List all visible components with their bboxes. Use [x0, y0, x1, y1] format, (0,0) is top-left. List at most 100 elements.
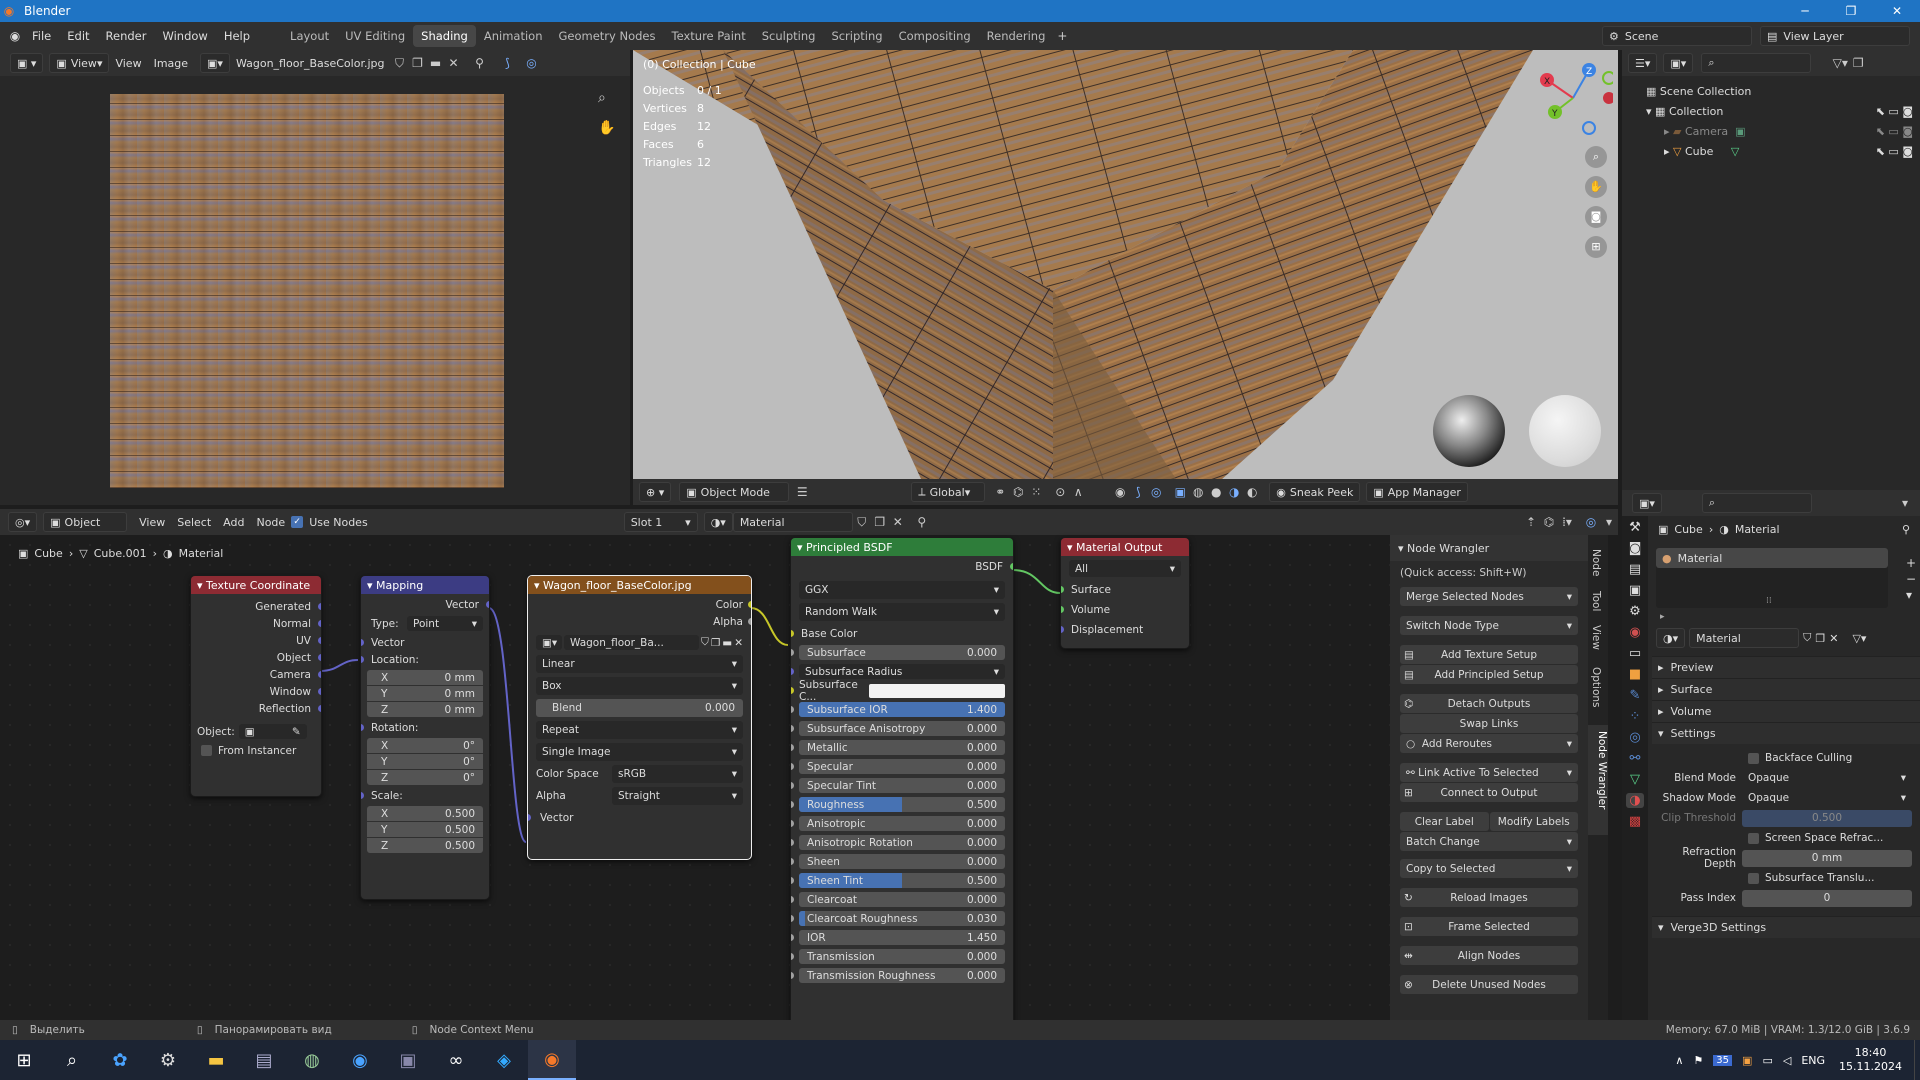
tab-layout[interactable]: Layout [282, 25, 337, 47]
properties-search-input[interactable]: ⌕ [1701, 493, 1812, 513]
tab-sculpting[interactable]: Sculpting [754, 25, 824, 47]
from-instancer-checkbox[interactable] [201, 745, 212, 756]
extension-dropdown[interactable]: Repeat ▾ [536, 721, 743, 739]
add-texture-setup-button[interactable]: ▤ Add Texture Setup [1400, 645, 1578, 664]
select-icon[interactable]: ⬉ [1876, 142, 1885, 162]
refraction-depth-field[interactable]: 0 mm [1742, 849, 1912, 867]
input-socket[interactable] [361, 724, 364, 731]
subsurface-method-dropdown[interactable]: Random Walk ▾ [799, 603, 1005, 621]
menu-help[interactable]: Help [216, 29, 258, 43]
proportional-icon[interactable]: ⊙ [1051, 483, 1069, 501]
add-workspace-icon[interactable]: + [1053, 27, 1071, 45]
mode-dropdown[interactable]: ▣ Object Mode [679, 482, 790, 502]
tray-badge[interactable]: 35 [1713, 1054, 1733, 1066]
display-mode-button[interactable]: ▣▾ [1663, 53, 1694, 73]
projection-dropdown[interactable]: Box ▾ [536, 677, 743, 695]
texture-tab-icon[interactable]: ▩ [1629, 814, 1641, 829]
material-browse-button[interactable]: ◑▾ [1656, 628, 1686, 648]
rendered-shading-icon[interactable]: ◐ [1243, 483, 1261, 501]
expand-icon[interactable]: ▸ [1660, 612, 1665, 622]
close-icon[interactable]: ✕ [444, 54, 462, 72]
subsurface-radius-dropdown[interactable]: Subsurface Radius ▾ [799, 664, 1005, 679]
scale-z-field[interactable]: Z 0.500 [367, 838, 483, 853]
delete-unused-button[interactable]: ⊗ Delete Unused Nodes [1400, 975, 1578, 994]
menu-window[interactable]: Window [154, 29, 215, 43]
collapse-icon[interactable]: ▾ [797, 541, 803, 554]
input-socket[interactable] [791, 782, 794, 789]
alpha-dropdown[interactable]: Straight ▾ [612, 787, 743, 805]
browser-icon[interactable]: ◉ [336, 1050, 384, 1071]
material-slot-item[interactable]: ● Material [1656, 548, 1888, 568]
location-y-field[interactable]: Y 0 mm [367, 686, 483, 701]
expand-icon[interactable]: ▸ [1664, 122, 1670, 142]
hdri-preview-sphere[interactable] [1433, 395, 1505, 467]
menu-edit[interactable]: Edit [59, 29, 97, 43]
select-icon[interactable]: ⬉ [1876, 122, 1885, 142]
close-button[interactable]: ✕ [1874, 0, 1920, 22]
interpolation-dropdown[interactable]: Linear ▾ [536, 655, 743, 673]
slot-menu-icon[interactable]: ▾ [1906, 588, 1916, 602]
menu-select[interactable]: Select [171, 516, 217, 529]
input-socket[interactable] [791, 668, 794, 675]
blender-taskbar-icon[interactable]: ◉ [528, 1040, 576, 1080]
language-indicator[interactable]: ENG [1801, 1054, 1825, 1067]
type-dropdown[interactable]: Point ▾ [407, 616, 483, 631]
render-icon[interactable]: ◙ [1902, 102, 1913, 122]
maximize-button[interactable]: ❐ [1828, 0, 1874, 22]
particles-tab-icon[interactable]: ⁘ [1630, 709, 1641, 724]
material-tab-icon[interactable]: ◑ [1626, 793, 1644, 808]
input-socket[interactable] [791, 763, 794, 770]
menu-add[interactable]: Add [217, 516, 250, 529]
render-icon[interactable]: ◙ [1902, 122, 1913, 142]
search-icon[interactable]: ⌕ [48, 1050, 96, 1071]
location-z-field[interactable]: Z 0 mm [367, 702, 483, 717]
image-browse-button[interactable]: ▣▾ [200, 53, 230, 73]
tree-item-cube[interactable]: ▸ ▽ Cube ▽ ⬉ ▭ ◙ [1646, 142, 1920, 162]
input-socket[interactable] [791, 630, 794, 637]
minimize-button[interactable]: ─ [1782, 0, 1828, 22]
bsdf-value-field[interactable]: Anisotropic 0.000 [799, 816, 1005, 831]
pin-icon[interactable]: ⚲ [1902, 523, 1910, 536]
bsdf-value-field[interactable]: Subsurface 0.000 [799, 645, 1005, 660]
snap-icon[interactable]: ⟆ [498, 54, 516, 72]
editor-type-button[interactable]: ◎▾ [8, 512, 38, 532]
orientation-dropdown[interactable]: ⟂ Global ▾ [911, 482, 986, 502]
panel-settings[interactable]: ▾ Settings [1652, 722, 1920, 744]
xray-icon[interactable]: ▣ [1171, 483, 1189, 501]
overlay-icon[interactable]: ◎ [522, 54, 540, 72]
target-dropdown[interactable]: All ▾ [1069, 560, 1181, 577]
overlay-icon[interactable]: ◎ [1147, 483, 1165, 501]
output-socket[interactable] [486, 601, 489, 608]
show-desktop-button[interactable] [1914, 1040, 1920, 1080]
input-socket[interactable] [791, 706, 794, 713]
bsdf-value-field[interactable]: Sheen Tint 0.500 [799, 873, 1005, 888]
sneak-peek-button[interactable]: ◉ Sneak Peek [1269, 482, 1361, 502]
node-header[interactable]: ▾ Material Output [1061, 538, 1189, 556]
output-socket[interactable] [748, 601, 751, 608]
input-socket[interactable] [361, 639, 364, 646]
swap-links-button[interactable]: Swap Links [1400, 714, 1578, 733]
detach-outputs-button[interactable]: ⌬ Detach Outputs [1400, 694, 1578, 713]
copy-to-selected-dropdown[interactable]: Copy to Selected ▾ [1400, 859, 1578, 878]
frame-selected-button[interactable]: ⊡ Frame Selected [1400, 917, 1578, 936]
input-socket[interactable] [528, 814, 531, 821]
modifier-tab-icon[interactable]: ✎ [1630, 688, 1641, 703]
image-zoom-icon[interactable]: ⌕ [598, 90, 618, 110]
zoom-view-icon[interactable]: ⌕ [1585, 146, 1607, 168]
menu-view[interactable]: View [109, 57, 147, 70]
tab-tool[interactable]: Tool [1590, 591, 1602, 611]
menu-node[interactable]: Node [250, 516, 291, 529]
menu-render[interactable]: Render [98, 29, 155, 43]
output-socket[interactable] [318, 620, 321, 627]
tab-animation[interactable]: Animation [476, 25, 551, 47]
duplicate-icon[interactable]: ❐ [1815, 632, 1825, 645]
ssr-checkbox[interactable] [1748, 832, 1759, 844]
clip-threshold-field[interactable]: 0.500 [1742, 809, 1912, 827]
input-socket[interactable] [1061, 606, 1064, 613]
menu-file[interactable]: File [24, 29, 59, 43]
shield-icon[interactable]: ⛉ [701, 636, 709, 649]
input-socket[interactable] [791, 801, 794, 808]
connect-to-output-button[interactable]: ⊞ Connect to Output [1400, 783, 1578, 802]
use-nodes-checkbox[interactable]: ✓ [291, 516, 304, 528]
rotation-y-field[interactable]: Y 0° [367, 754, 483, 769]
